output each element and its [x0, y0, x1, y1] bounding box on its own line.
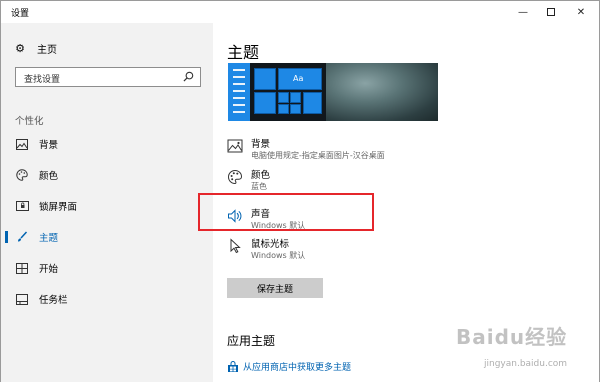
preview-list-line	[233, 76, 245, 78]
close-icon: ✕	[576, 6, 586, 18]
save-theme-button[interactable]: 保存主题	[227, 278, 323, 298]
sidebar-item-label: 背景	[39, 140, 59, 151]
sidebar-item-label: 开始	[39, 264, 59, 275]
cursor-icon	[230, 238, 241, 254]
picture-icon	[227, 139, 243, 153]
close-button[interactable]: ✕	[567, 1, 595, 23]
setting-mouse-cursor[interactable]: 鼠标光标 Windows 默认	[227, 236, 527, 266]
maximize-button[interactable]	[537, 1, 565, 23]
page-title: 主题	[227, 43, 260, 62]
preview-tile	[290, 92, 301, 103]
preview-tile	[278, 92, 289, 103]
settings-window: 设置 — ✕ ⚙ 主页 查找设置 个性化 背景 颜色 锁屏界面 主题 开始 任务…	[0, 0, 600, 382]
preview-tile	[303, 92, 322, 114]
preview-list-line	[233, 69, 245, 71]
watermark-logo: Baidu经验	[456, 325, 568, 349]
sidebar-item-color[interactable]: 颜色	[1, 163, 213, 187]
highlight-box	[198, 193, 374, 231]
nav-home-label: 主页	[37, 44, 57, 56]
preview-list-line	[233, 104, 245, 106]
search-input[interactable]: 查找设置	[15, 67, 201, 87]
taskbar-icon	[14, 293, 30, 305]
preview-tile: Aa	[278, 68, 322, 90]
setting-name: 颜色	[251, 170, 271, 181]
minimize-icon: —	[518, 6, 528, 18]
sidebar-item-label: 主题	[39, 233, 59, 244]
nav-home[interactable]: ⚙ 主页	[13, 40, 57, 56]
preview-list-line	[233, 83, 245, 85]
setting-name: 背景	[251, 139, 271, 150]
store-link[interactable]: 从应用商店中获取更多主题	[227, 360, 351, 373]
preview-tile	[290, 104, 301, 114]
sidebar-item-background[interactable]: 背景	[1, 132, 213, 156]
store-link-label: 从应用商店中获取更多主题	[243, 363, 352, 373]
nav-group-label: 个性化	[15, 116, 44, 127]
sidebar-item-label: 锁屏界面	[39, 202, 78, 213]
sidebar-item-taskbar[interactable]: 任务栏	[1, 287, 213, 311]
app-theme-heading: 应用主题	[227, 334, 276, 348]
preview-tile	[254, 68, 276, 90]
search-placeholder: 查找设置	[24, 75, 61, 85]
watermark: Baidu经验 jingyan.baidu.com	[456, 321, 596, 376]
window-title: 设置	[11, 9, 30, 19]
preview-tile-text: Aa	[293, 74, 304, 83]
setting-value: 电脑使用规定-指定桌面图片-汉谷桌面	[251, 151, 385, 160]
setting-background[interactable]: 背景 电脑使用规定-指定桌面图片-汉谷桌面	[227, 136, 527, 166]
title-bar[interactable]: 设置 — ✕	[1, 1, 599, 23]
sidebar-item-themes[interactable]: 主题	[1, 225, 213, 249]
setting-name: 鼠标光标	[251, 239, 290, 250]
preview-list-line	[233, 90, 245, 92]
start-icon	[14, 262, 30, 274]
sidebar-item-label: 颜色	[39, 171, 59, 182]
store-icon	[228, 360, 238, 372]
lock-screen-icon	[14, 200, 30, 212]
preview-start-menu: Aa	[228, 63, 326, 121]
palette-icon	[14, 169, 30, 181]
preview-tile	[254, 92, 276, 114]
theme-preview: Aa	[228, 63, 438, 121]
palette-icon	[228, 169, 243, 185]
brush-icon	[14, 231, 30, 243]
search-icon	[183, 71, 194, 82]
preview-tile	[278, 104, 289, 114]
minimize-button[interactable]: —	[509, 1, 537, 23]
maximize-icon	[547, 8, 555, 16]
setting-value: Windows 默认	[251, 251, 306, 260]
sidebar-item-start[interactable]: 开始	[1, 256, 213, 280]
sidebar-item-lock-screen[interactable]: 锁屏界面	[1, 194, 213, 218]
nav-pane: ⚙ 主页 查找设置 个性化 背景 颜色 锁屏界面 主题 开始 任务栏	[1, 23, 213, 382]
gear-icon: ⚙	[15, 41, 25, 55]
picture-icon	[14, 138, 30, 150]
watermark-url: jingyan.baidu.com	[484, 359, 568, 369]
preview-wallpaper	[326, 63, 438, 121]
setting-value: 蓝色	[251, 182, 267, 191]
preview-list-line	[233, 111, 245, 113]
preview-list-line	[233, 97, 245, 99]
sidebar-item-label: 任务栏	[39, 295, 68, 306]
